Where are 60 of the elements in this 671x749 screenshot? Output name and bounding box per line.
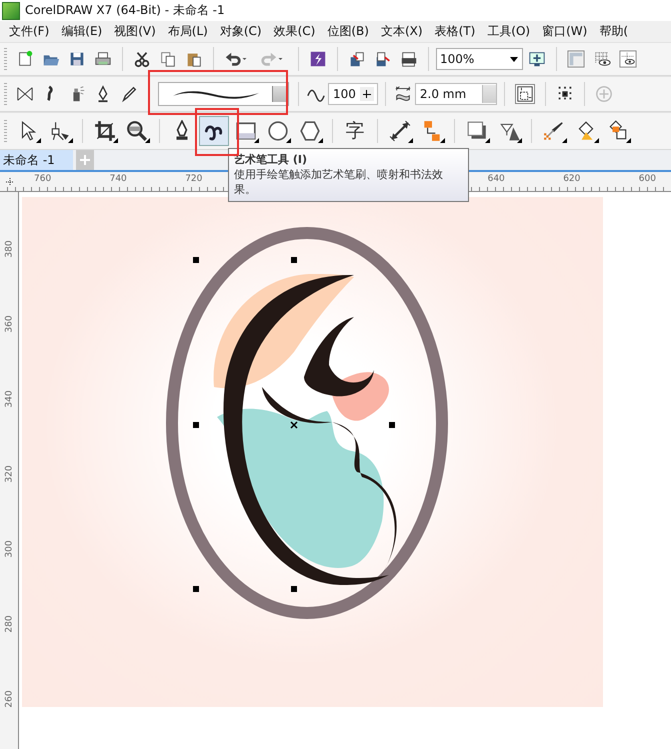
ruler-label: 620 bbox=[563, 174, 580, 184]
tooltip-text: 使用手绘笔触添加艺术笔刷、喷射和书法效果。 bbox=[234, 167, 444, 197]
export-icon[interactable] bbox=[374, 50, 392, 68]
ruler-label: 260 bbox=[4, 690, 15, 708]
ruler-label: 300 bbox=[4, 540, 15, 558]
smoothing-field[interactable]: 100 bbox=[328, 83, 378, 105]
undo-icon[interactable] bbox=[224, 50, 242, 68]
guidelines-icon[interactable] bbox=[619, 50, 637, 68]
zoom-tool-icon[interactable] bbox=[126, 120, 148, 142]
eyedropper-tool-icon[interactable] bbox=[543, 120, 565, 142]
expression-mode-icon[interactable] bbox=[120, 85, 138, 103]
preset-mode-icon[interactable] bbox=[16, 85, 34, 103]
menu-item[interactable]: 表格(T) bbox=[430, 23, 482, 40]
menu-item[interactable]: 编辑(E) bbox=[56, 23, 110, 40]
ruler-label: 640 bbox=[488, 174, 505, 184]
print-icon[interactable] bbox=[94, 50, 112, 68]
ruler-label: 340 bbox=[4, 390, 15, 408]
save-icon[interactable] bbox=[68, 50, 86, 68]
ruler-label: 600 bbox=[638, 174, 656, 184]
shape-tool-icon[interactable] bbox=[49, 120, 71, 142]
polygon-tool-icon[interactable] bbox=[299, 120, 321, 142]
app-icon bbox=[2, 2, 20, 20]
ruler-label: 740 bbox=[110, 174, 127, 184]
ruler-label: 280 bbox=[4, 615, 15, 633]
menu-item[interactable]: 文本(X) bbox=[376, 23, 430, 40]
full-screen-preview-icon[interactable] bbox=[528, 50, 546, 68]
menu-item[interactable]: 视图(V) bbox=[109, 23, 163, 40]
ellipse-tool-icon[interactable] bbox=[267, 120, 289, 142]
menu-item[interactable]: 布局(L) bbox=[162, 23, 215, 40]
copy-icon[interactable] bbox=[159, 50, 177, 68]
import-icon[interactable] bbox=[348, 50, 366, 68]
ruler-origin-icon[interactable] bbox=[5, 177, 15, 187]
ruler-label: 380 bbox=[4, 240, 15, 258]
stroke-preset-dropdown[interactable] bbox=[158, 82, 289, 106]
new-document-icon[interactable] bbox=[16, 50, 34, 68]
ruler-label: 360 bbox=[4, 315, 15, 333]
menu-item[interactable]: 效果(C) bbox=[268, 23, 322, 40]
grid-icon[interactable] bbox=[593, 50, 611, 68]
text-tool-button[interactable]: 字 bbox=[340, 116, 370, 146]
menu-item[interactable]: 对象(C) bbox=[214, 23, 269, 40]
ruler-label: 760 bbox=[34, 174, 52, 184]
menu-item[interactable]: 位图(B) bbox=[322, 23, 376, 40]
rulers-icon[interactable] bbox=[567, 50, 585, 68]
menu-item[interactable]: 帮助( bbox=[594, 23, 635, 40]
crop-tool-icon[interactable] bbox=[94, 120, 116, 142]
stroke-width-field[interactable]: 2.0 mm bbox=[414, 83, 497, 105]
selection-handles[interactable] bbox=[193, 257, 395, 592]
document-tab[interactable]: 未命名 -1 bbox=[0, 150, 73, 170]
window-title: CorelDRAW X7 (64-Bit) - 未命名 -1 bbox=[25, 2, 225, 19]
menu-item[interactable]: 窗口(W) bbox=[537, 23, 594, 40]
stroke-width-icon bbox=[394, 85, 412, 103]
cut-icon[interactable] bbox=[133, 50, 151, 68]
dimension-tool-icon[interactable] bbox=[389, 120, 411, 142]
zoom-level-dropdown[interactable]: 100% bbox=[436, 48, 523, 70]
menu-item[interactable]: 工具(O) bbox=[482, 23, 538, 40]
ruler-label: 320 bbox=[4, 465, 15, 483]
menu-item[interactable]: 文件(F) bbox=[4, 23, 56, 40]
rectangle-tool-icon[interactable] bbox=[235, 120, 257, 142]
ruler-label: 720 bbox=[185, 174, 202, 184]
smartfill-tool-icon[interactable] bbox=[607, 120, 629, 142]
